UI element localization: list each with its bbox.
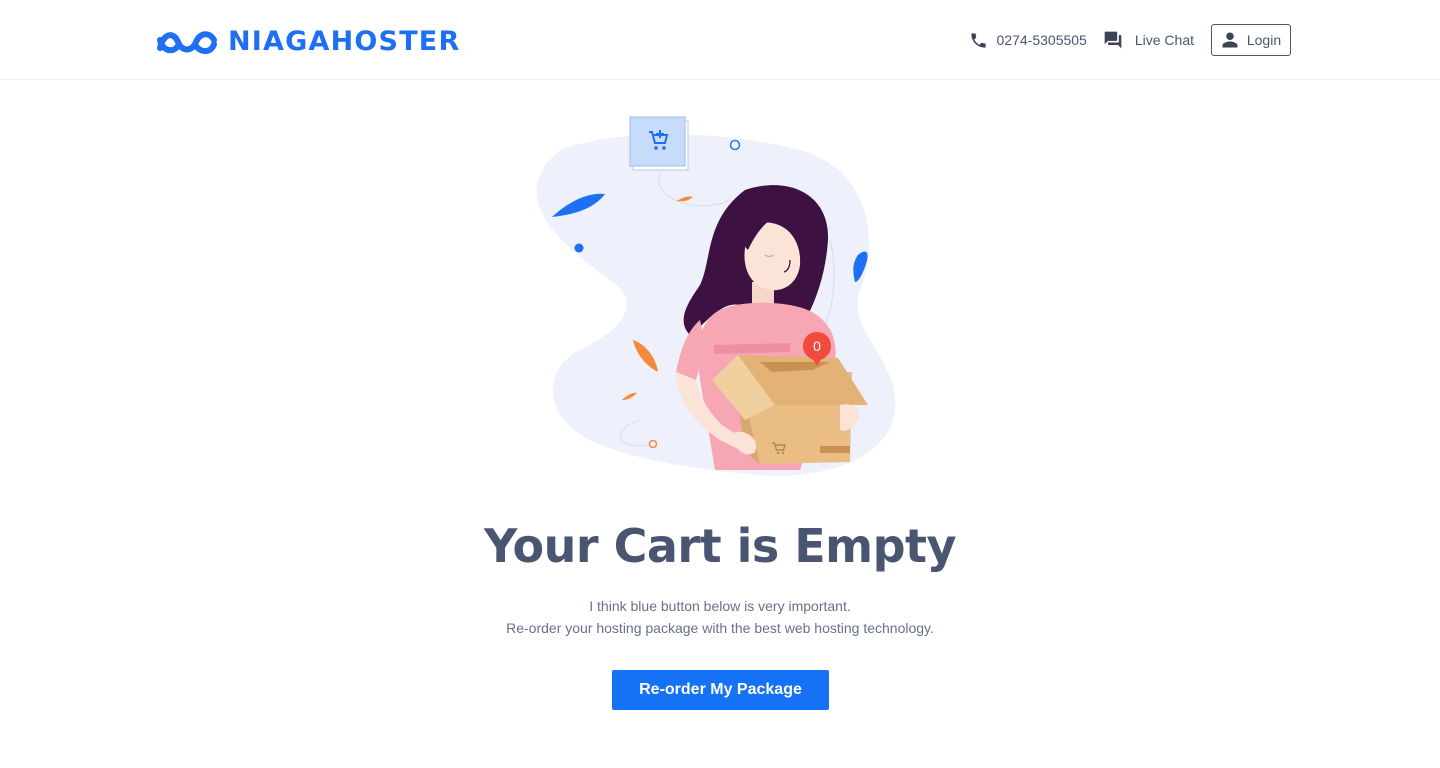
description-line-1: I think blue button below is very import…: [589, 598, 851, 614]
cart-count: 0: [813, 338, 821, 354]
empty-cart-title: Your Cart is Empty: [483, 519, 957, 573]
add-to-cart-badge: [629, 116, 689, 171]
empty-cart-illustration: 0: [536, 116, 896, 476]
site-header: NIAGAHOSTER 0274-5305505 Live Chat Login: [0, 0, 1440, 80]
phone-number: 0274-5305505: [996, 32, 1087, 48]
login-button[interactable]: Login: [1211, 24, 1291, 56]
login-label: Login: [1246, 32, 1282, 48]
brand-logo[interactable]: NIAGAHOSTER: [154, 26, 460, 58]
live-chat-link[interactable]: Live Chat: [1103, 30, 1194, 50]
phone-link[interactable]: 0274-5305505: [969, 31, 1087, 50]
brand-name: NIAGAHOSTER: [228, 26, 461, 57]
reorder-package-button[interactable]: Re-order My Package: [612, 670, 829, 710]
empty-cart-description: I think blue button below is very import…: [0, 595, 1440, 639]
chat-icon: [1104, 31, 1122, 49]
logo-mark-icon: [157, 31, 217, 54]
live-chat-label: Live Chat: [1134, 32, 1194, 48]
phone-icon: [970, 32, 986, 48]
description-line-2: Re-order your hosting package with the b…: [506, 620, 934, 636]
user-icon: [1222, 32, 1238, 48]
header-nav: 0274-5305505 Live Chat Login: [969, 24, 1291, 56]
